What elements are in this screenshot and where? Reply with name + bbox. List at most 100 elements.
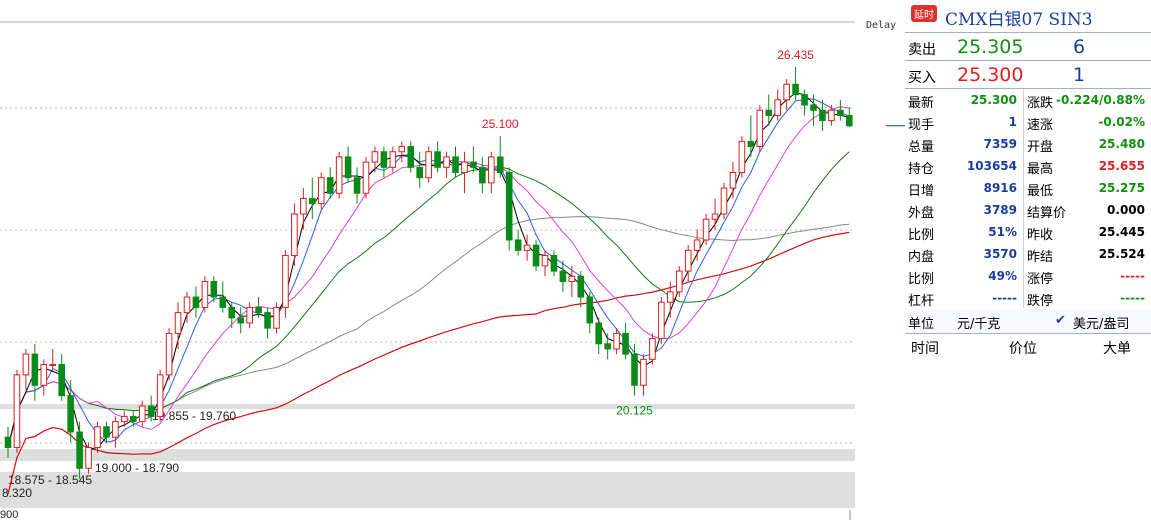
stat-label: 比例 — [908, 272, 935, 287]
candle-body-54 — [488, 156, 495, 184]
stat-value: 7359 — [983, 137, 1017, 151]
candle-body-28 — [255, 306, 262, 314]
stat-value: 49% — [988, 269, 1017, 283]
instrument-title[interactable]: CMX白银07 SIN3 — [945, 5, 1093, 30]
stat-value: 25.275 — [1098, 181, 1145, 195]
stat-value: 25.445 — [1098, 225, 1145, 239]
candle-body-66 — [595, 322, 603, 345]
stat-value: 3570 — [983, 247, 1017, 261]
candle-body-11 — [103, 426, 110, 438]
candle-body-69 — [622, 332, 629, 355]
candle-body-86 — [774, 99, 782, 116]
stat-11: 结算价 0.000 — [1024, 199, 1151, 221]
bid-row[interactable]: 买入 25.300 1 — [905, 61, 1151, 89]
stat-value: -0.02% — [1098, 115, 1145, 129]
candle-body-47 — [425, 151, 432, 179]
candle-body-64 — [577, 275, 585, 298]
axis-edge-label: 900 — [0, 509, 18, 520]
candle-body-59 — [532, 244, 540, 267]
candle-body-31 — [282, 255, 289, 308]
candle-body-92 — [828, 109, 835, 122]
candle-body-12 — [112, 421, 119, 438]
candle-body-67 — [604, 343, 611, 350]
candle-body-80 — [720, 187, 728, 215]
candle-body-36 — [326, 177, 334, 194]
candle-body-77 — [693, 239, 701, 251]
candle-body-29 — [264, 312, 271, 329]
stat-label: 涨跌 — [1027, 96, 1054, 111]
price-zone-1 — [0, 449, 855, 461]
ma5-line — [7, 92, 850, 450]
ma60-line — [7, 216, 850, 448]
stat-label: 外盘 — [908, 206, 935, 221]
candle-body-68 — [613, 332, 620, 350]
stats-column-divider — [1023, 89, 1024, 308]
ask-volume: 6 — [1073, 36, 1086, 58]
candle-body-39 — [353, 177, 361, 194]
candle-body-85 — [765, 109, 773, 116]
candle-body-20 — [183, 296, 191, 314]
candle-body-8 — [76, 431, 83, 469]
candle-body-3 — [31, 353, 39, 386]
stat-value: 25.524 — [1098, 247, 1145, 261]
candle-body-24 — [219, 296, 227, 308]
stat-value: 51% — [988, 225, 1017, 239]
candle-body-2 — [22, 353, 30, 376]
delay-badge: 延时 — [911, 5, 937, 22]
price-zone-0 — [0, 404, 855, 409]
unit-value-usd[interactable]: 美元/盎司 — [1073, 313, 1129, 332]
candle-body-35 — [317, 177, 325, 205]
col-size: 大单 — [1103, 341, 1131, 357]
quote-header: 延时 CMX白银07 SIN3 — [905, 0, 1151, 33]
stat-value: -0.224/0.88% — [1056, 93, 1145, 107]
stat-label: 总量 — [908, 140, 935, 155]
candle-body-72 — [649, 338, 656, 360]
candle-body-1 — [13, 374, 21, 449]
bid-volume: 1 — [1073, 64, 1086, 86]
candle-body-65 — [586, 296, 594, 324]
stat-value: 25.655 — [1098, 159, 1145, 173]
candle-body-76 — [684, 249, 692, 272]
unit-value-cny[interactable]: 元/千克 — [957, 313, 1000, 332]
candle-body-6 — [58, 364, 66, 397]
ask-price: 25.305 — [957, 36, 1024, 58]
stat-label: 开盘 — [1027, 140, 1054, 155]
candlestick-chart[interactable]: 19.855 - 19.760 19.000 - 18.790 18.575 - 1… — [0, 0, 905, 520]
ask-row[interactable]: 卖出 25.305 6 — [905, 33, 1151, 61]
stat-17: 涨停 ----- — [1024, 265, 1151, 287]
candle-body-10 — [94, 426, 101, 449]
stat-19: 跌停 ----- — [1024, 287, 1151, 309]
candle-body-19 — [174, 312, 182, 334]
stat-value: ----- — [1120, 269, 1145, 283]
stat-2: 现手 1 — [905, 111, 1023, 133]
stat-label: 内盘 — [908, 250, 935, 265]
candle-body-27 — [246, 306, 253, 324]
stat-label: 最低 — [1027, 184, 1054, 199]
bid-price: 25.300 — [957, 64, 1024, 86]
stat-12: 比例 51% — [905, 221, 1023, 243]
candle-body-9 — [85, 447, 92, 469]
stat-14: 内盘 3570 — [905, 243, 1023, 265]
candle-body-34 — [309, 197, 316, 205]
candle-body-90 — [810, 104, 817, 111]
candle-body-33 — [300, 197, 307, 215]
candle-body-22 — [201, 280, 209, 308]
stat-18: 杠杆 ----- — [905, 287, 1023, 309]
candle-body-57 — [514, 239, 522, 251]
candle-body-88 — [792, 83, 799, 96]
unit-row: 单位 元/千克 ✔ 美元/盎司 — [905, 309, 1151, 334]
candle-body-48 — [434, 151, 441, 168]
candle-body-79 — [711, 213, 719, 220]
candle-body-49 — [443, 156, 450, 168]
stat-3: 速涨 -0.02% — [1024, 111, 1151, 133]
candle-body-81 — [729, 171, 737, 189]
candle-body-37 — [335, 156, 343, 194]
stat-label: 持仓 — [908, 162, 935, 177]
candle-body-44 — [398, 146, 406, 153]
stat-label: 最新 — [908, 96, 935, 111]
candle-body-91 — [819, 109, 826, 122]
candle-body-63 — [568, 275, 576, 282]
stat-9: 最低 25.275 — [1024, 177, 1151, 199]
stat-value: 1 — [1008, 115, 1017, 129]
price-zone-2 — [0, 472, 855, 508]
